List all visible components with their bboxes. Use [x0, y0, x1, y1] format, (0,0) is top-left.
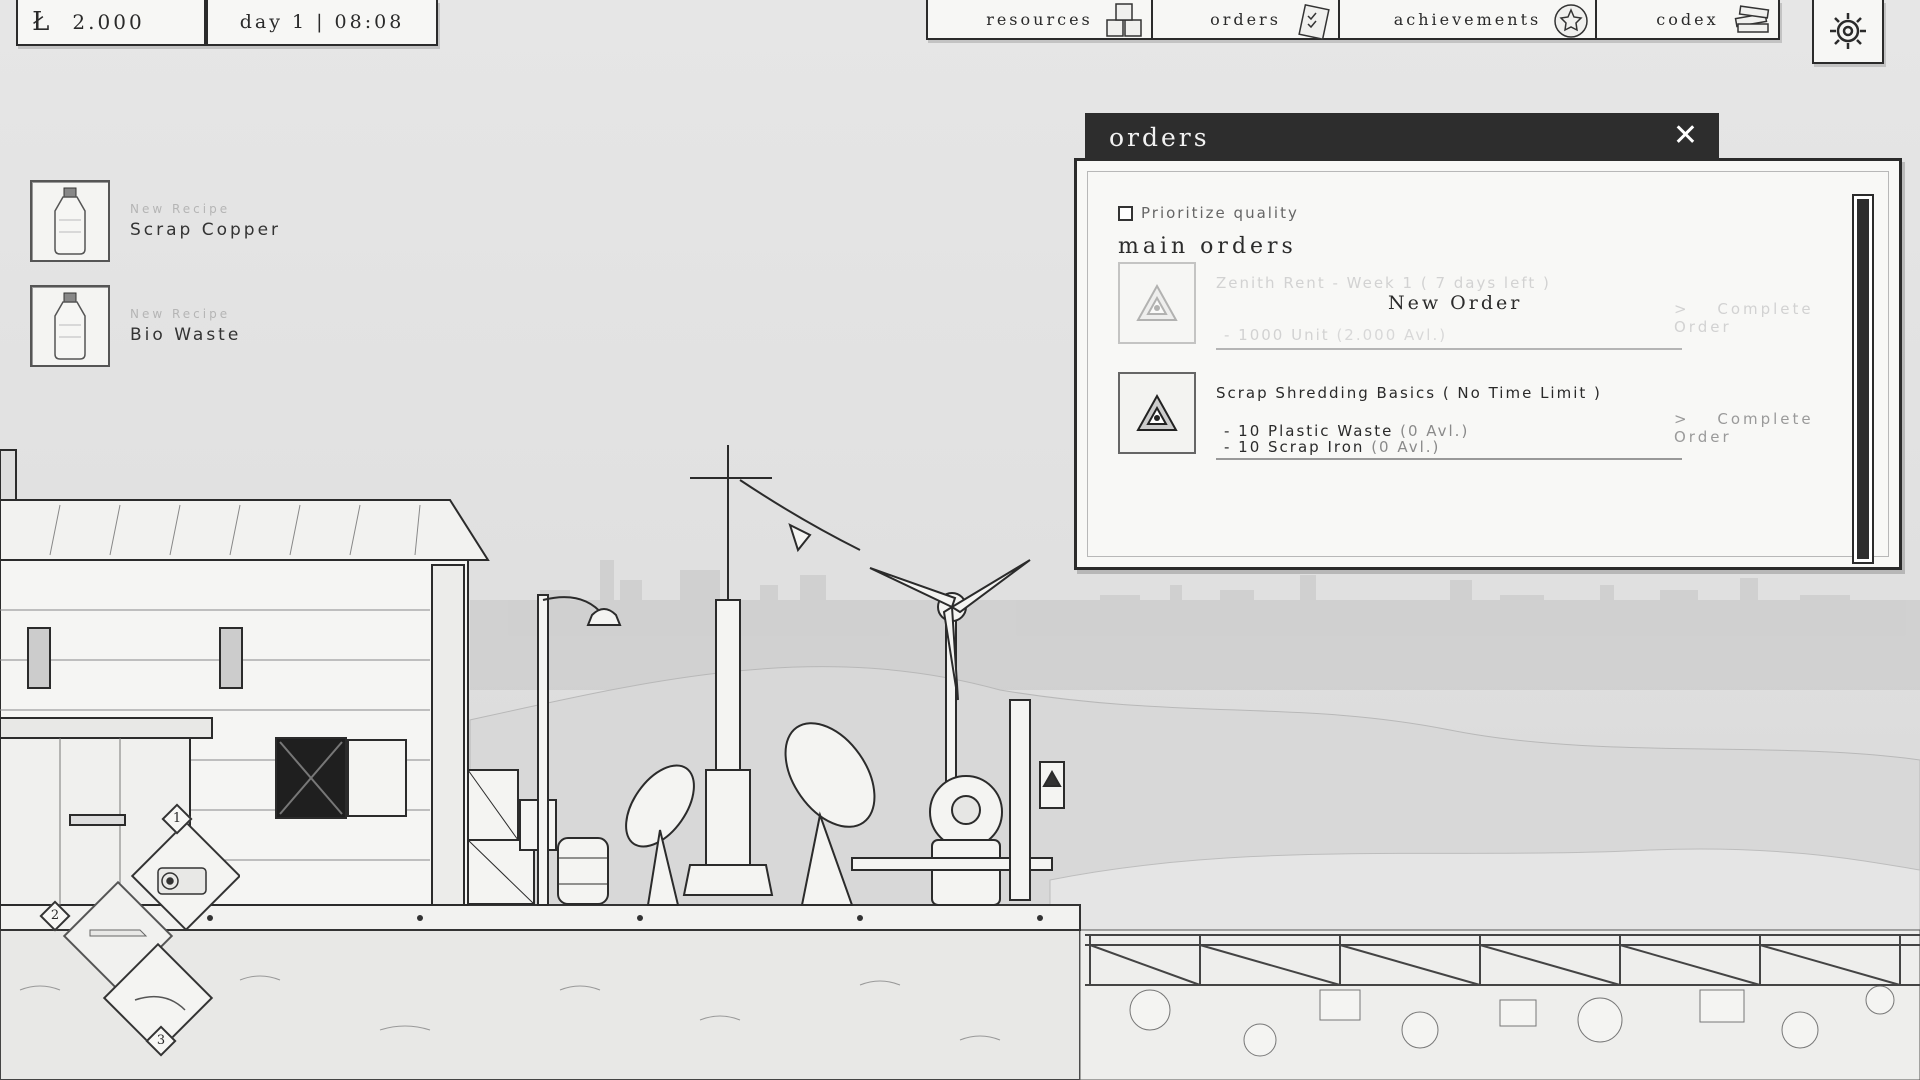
chevron-right-icon: >	[1674, 300, 1690, 318]
day-clock: day 1 | 08:08	[206, 0, 438, 46]
crates-icon	[1106, 3, 1142, 37]
complete-order-button[interactable]: > Complete Order	[1674, 300, 1818, 336]
orders-panel-title: orders	[1109, 122, 1210, 152]
orders-scrollbar[interactable]	[1852, 194, 1874, 564]
currency-icon: Ł	[32, 7, 53, 37]
scrap-triangle-icon	[1136, 283, 1178, 321]
requirement-available: (0 Avl.)	[1371, 438, 1441, 456]
order-item[interactable]: Zenith Rent - Week 1 ( 7 days left ) - 1…	[1118, 262, 1818, 352]
recipe-notification[interactable]: New Recipe Bio Waste	[30, 285, 241, 367]
recipe-notification[interactable]: New Recipe Scrap Copper	[30, 180, 281, 262]
tab-resources-label: resources	[986, 9, 1093, 29]
orders-panel-header: orders ✕	[1085, 113, 1719, 161]
main-nav-tabs: resources orders achievements codex	[926, 0, 1780, 40]
order-requirement: - 1000 Unit (2.000 Avl.)	[1224, 326, 1447, 344]
prioritize-quality-toggle[interactable]: Prioritize quality	[1118, 204, 1299, 222]
star-badge-icon	[1554, 4, 1588, 38]
recipe-thumb	[30, 180, 110, 262]
books-icon	[1734, 5, 1770, 33]
recipe-caption: New Recipe	[130, 307, 231, 321]
recipe-caption: New Recipe	[130, 202, 231, 216]
clipboard-icon	[1298, 3, 1330, 40]
tab-achievements-label: achievements	[1393, 9, 1542, 29]
recipe-thumb	[30, 285, 110, 367]
tab-codex[interactable]: codex	[1597, 0, 1778, 38]
prioritize-quality-label: Prioritize quality	[1141, 204, 1299, 222]
recipe-name: Scrap Copper	[130, 220, 282, 240]
complete-order-button[interactable]: > Complete Order	[1674, 410, 1818, 446]
orders-panel: Prioritize quality main orders Zenith Re…	[1074, 158, 1902, 570]
requirement-text: - 10 Scrap Iron	[1224, 438, 1365, 456]
tab-codex-label: codex	[1656, 9, 1719, 29]
order-item[interactable]: Scrap Shredding Basics ( No Time Limit )…	[1118, 372, 1818, 462]
order-requirement: - 10 Scrap Iron (0 Avl.)	[1224, 438, 1440, 456]
scrollbar-thumb[interactable]	[1857, 199, 1869, 559]
tab-orders[interactable]: orders	[1153, 0, 1341, 40]
money-display: Ł 2.000	[16, 0, 206, 46]
money-amount: 2.000	[72, 10, 145, 34]
main-orders-heading: main orders	[1118, 234, 1297, 259]
requirement-available: (2.000 Avl.)	[1336, 326, 1448, 344]
shredder-machine-icon	[157, 867, 207, 895]
gear-icon	[1830, 13, 1866, 49]
prioritize-quality-checkbox[interactable]	[1118, 205, 1133, 221]
close-icon[interactable]: ✕	[1673, 121, 1701, 151]
order-divider	[1216, 348, 1682, 350]
build-hotbar	[62, 820, 240, 1054]
order-icon	[1118, 262, 1196, 344]
tab-resources[interactable]: resources	[928, 0, 1153, 38]
tab-achievements[interactable]: achievements	[1340, 0, 1597, 38]
chevron-right-icon: >	[1674, 410, 1690, 428]
bottle-icon	[54, 292, 86, 360]
complete-order-label: Complete Order	[1674, 410, 1814, 446]
bottle-icon	[54, 187, 86, 255]
day-time-text: day 1 | 08:08	[239, 11, 405, 33]
order-title: Scrap Shredding Basics ( No Time Limit )	[1216, 384, 1602, 402]
requirement-text: - 1000 Unit	[1224, 326, 1330, 344]
order-icon	[1118, 372, 1196, 454]
recipe-name: Bio Waste	[130, 325, 242, 345]
settings-button[interactable]	[1812, 0, 1884, 64]
tab-orders-label: orders	[1210, 9, 1281, 29]
order-title: Zenith Rent - Week 1 ( 7 days left )	[1216, 274, 1551, 292]
orders-panel-inner: Prioritize quality main orders Zenith Re…	[1087, 171, 1889, 564]
new-order-label: New Order	[1388, 292, 1523, 314]
scrap-triangle-icon	[1136, 393, 1178, 431]
order-divider	[1216, 458, 1682, 460]
complete-order-label: Complete Order	[1674, 300, 1814, 336]
